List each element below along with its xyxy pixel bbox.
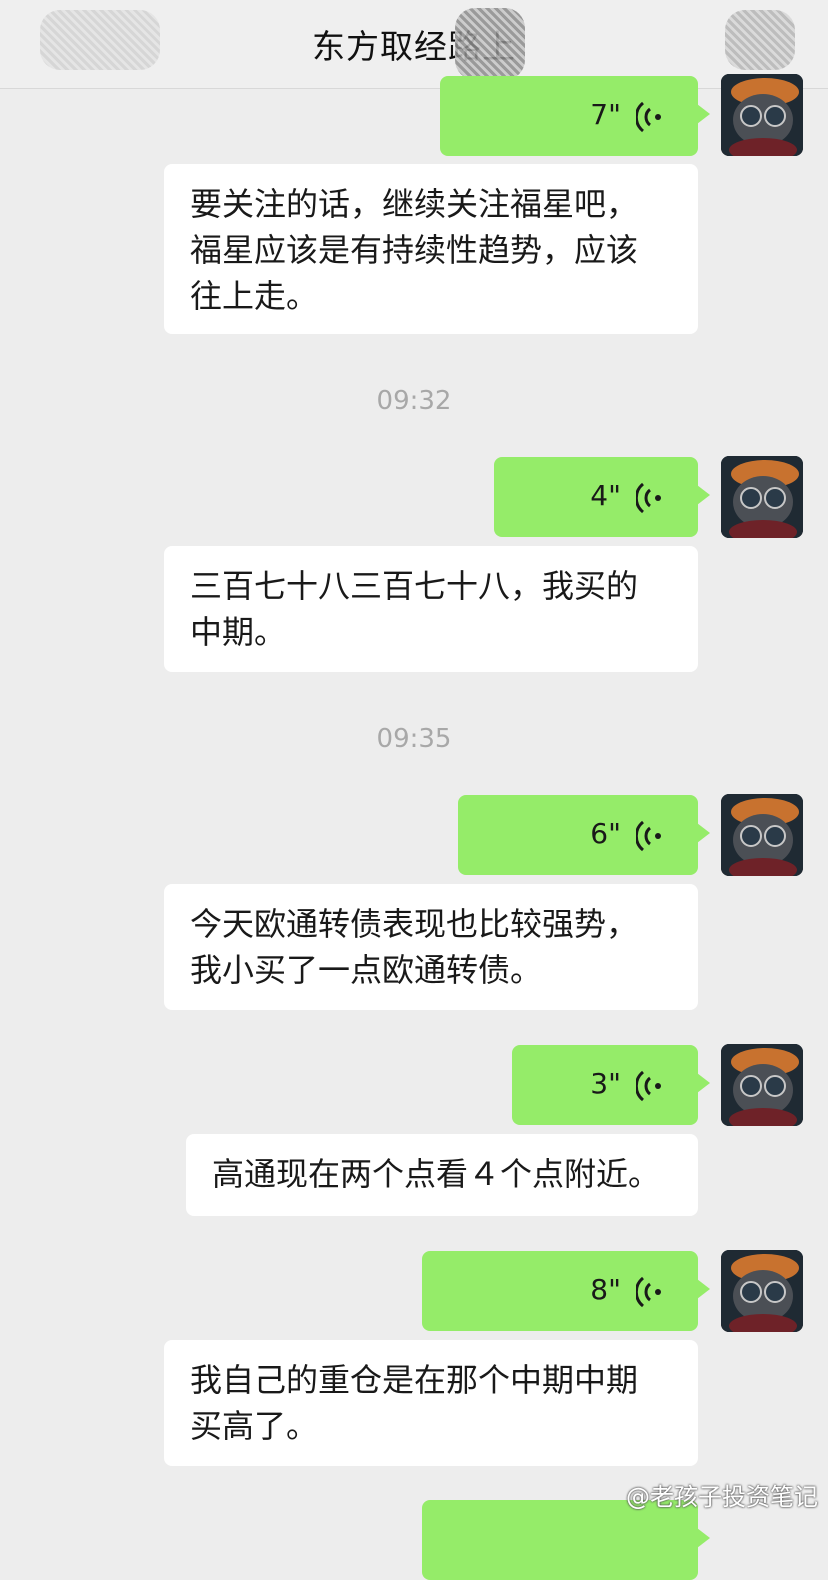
text-message: 三百七十八三百七十八，我买的 中期。 (164, 546, 698, 672)
chat-header: 东方取经路上 (0, 0, 828, 89)
watermark: @老孩子投资笔记 (626, 1483, 818, 1511)
text-message: 我自己的重仓是在那个中期中期 买高了。 (164, 1340, 698, 1466)
voice-duration: 8" (590, 1273, 621, 1306)
censor-scribble-right (725, 10, 795, 70)
timestamp: 09:35 (376, 724, 452, 754)
timestamp: 09:32 (376, 386, 452, 416)
voice-message[interactable]: 8" (422, 1251, 710, 1331)
text-message: 今天欧通转债表现也比较强势， 我小买了一点欧通转债。 (164, 884, 698, 1010)
voice-wave-icon (636, 1070, 661, 1102)
voice-wave-icon (636, 482, 661, 514)
voice-message[interactable]: 3" (512, 1045, 710, 1125)
voice-wave-icon (636, 1276, 661, 1308)
voice-duration: 4" (590, 479, 621, 512)
voice-wave-icon (636, 101, 661, 133)
voice-duration: 7" (590, 98, 621, 131)
text-message: 要关注的话，继续关注福星吧， 福星应该是有持续性趋势，应该 往上走。 (164, 164, 698, 334)
voice-message[interactable]: 6" (458, 795, 710, 875)
voice-message[interactable]: 7" (440, 76, 710, 156)
voice-message-partial[interactable] (422, 1500, 710, 1580)
voice-message[interactable]: 4" (494, 457, 710, 537)
avatar[interactable] (721, 456, 803, 538)
avatar[interactable] (721, 794, 803, 876)
voice-wave-icon (636, 820, 661, 852)
avatar[interactable] (721, 1250, 803, 1332)
text-message: 高通现在两个点看４个点附近。 (186, 1134, 698, 1216)
voice-duration: 3" (590, 1067, 621, 1100)
avatar[interactable] (721, 1044, 803, 1126)
censor-scribble-left (40, 10, 160, 70)
voice-duration: 6" (590, 817, 621, 850)
avatar[interactable] (721, 74, 803, 156)
censor-scribble-title (455, 8, 525, 80)
